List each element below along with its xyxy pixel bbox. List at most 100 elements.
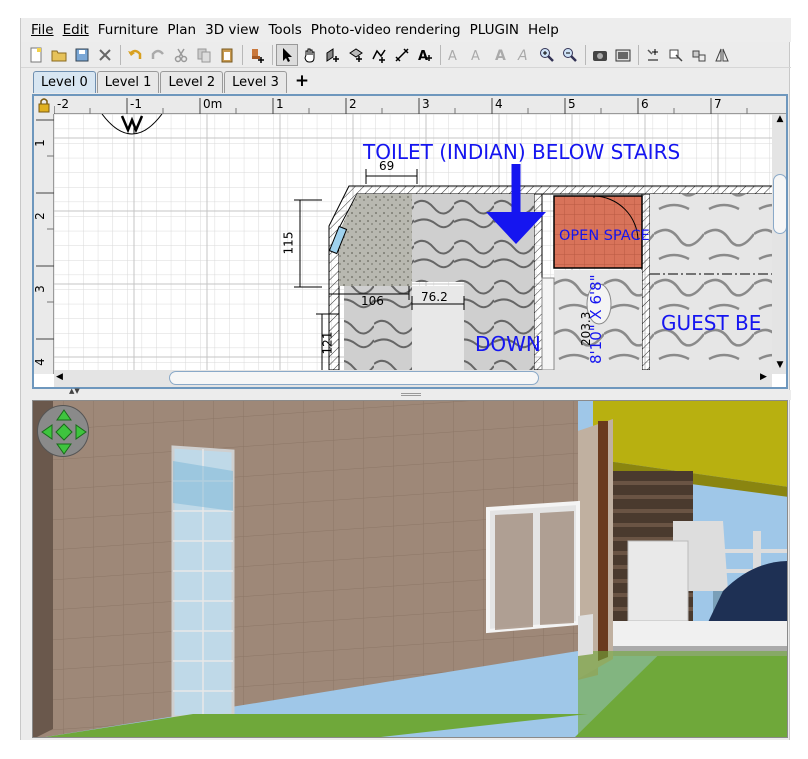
plan-label-guest-bedroom[interactable]: GUEST BE (661, 311, 761, 335)
ruler-label: 6 (641, 97, 649, 111)
menu-3d-view[interactable]: 3D view (205, 22, 259, 38)
scroll-down-icon[interactable]: ▼ (774, 360, 786, 372)
3d-view[interactable] (32, 400, 788, 738)
open-folder-icon[interactable] (48, 44, 70, 66)
svg-text:A: A (448, 49, 457, 63)
pane-splitter[interactable]: ▲▼ (21, 387, 791, 400)
horizontal-scroll-thumb[interactable] (169, 371, 539, 385)
ruler-label: 4 (495, 97, 503, 111)
svg-text:A: A (495, 48, 506, 63)
save-icon[interactable] (71, 44, 93, 66)
3d-scene (33, 401, 787, 737)
plan-horizontal-scrollbar[interactable]: ◀ ▶ (54, 370, 772, 387)
flip-icon[interactable] (711, 44, 733, 66)
ruler-label: 0m (203, 97, 223, 111)
plan-view[interactable]: -2 -1 0m 1 2 3 4 5 6 7 1 2 3 4 TOILET (I… (32, 94, 788, 389)
ruler-label: 3 (32, 285, 47, 293)
menu-bar: File Edit Furniture Plan 3D view Tools P… (21, 18, 791, 42)
text-style-icon[interactable]: A (444, 44, 466, 66)
toolbar-separator (272, 44, 273, 65)
tab-level-0[interactable]: Level 0 (33, 71, 96, 93)
ruler-label: 4 (32, 358, 47, 366)
zoom-in-icon[interactable] (536, 44, 558, 66)
vertical-ruler: 1 2 3 4 (34, 114, 54, 374)
italic-text-icon[interactable]: A (513, 44, 535, 66)
tab-level-3[interactable]: Level 3 (224, 71, 287, 93)
pan-hand-icon[interactable] (299, 44, 321, 66)
create-video-icon[interactable] (612, 44, 634, 66)
toolbar-separator (242, 44, 243, 65)
bold-text-icon[interactable]: A (490, 44, 512, 66)
navigation-arrows-icon[interactable] (37, 405, 89, 457)
menu-help[interactable]: Help (528, 22, 559, 38)
menu-furniture[interactable]: Furniture (98, 22, 159, 38)
lock-icon[interactable] (34, 96, 54, 114)
add-level-button[interactable]: + (288, 71, 312, 93)
ruler-label: 7 (714, 97, 722, 111)
dimension-label[interactable]: 121 (320, 332, 334, 355)
horizontal-ruler: -2 -1 0m 1 2 3 4 5 6 7 (54, 96, 786, 114)
create-polylines-icon[interactable] (368, 44, 390, 66)
add-text-icon[interactable]: A (414, 44, 436, 66)
tab-level-1[interactable]: Level 1 (96, 71, 160, 93)
splitter-arrows-icon[interactable]: ▲▼ (69, 387, 80, 395)
zoom-out-icon[interactable] (559, 44, 581, 66)
vertical-scroll-thumb[interactable] (773, 174, 786, 234)
svg-text:A: A (471, 49, 480, 63)
create-walls-icon[interactable] (322, 44, 344, 66)
scroll-left-icon[interactable]: ◀ (56, 372, 63, 382)
menu-plugin[interactable]: PLUGIN (470, 22, 519, 38)
create-photo-icon[interactable] (589, 44, 611, 66)
create-dimensions-icon[interactable] (391, 44, 413, 66)
plan-canvas[interactable]: TOILET (INDIAN) BELOW STAIRS OPEN SPACE … (54, 114, 772, 370)
dimension-label[interactable]: 115 (281, 232, 295, 255)
plan-label-down[interactable]: DOWN (475, 332, 541, 356)
ruler-label: 2 (32, 212, 47, 220)
plan-label-toilet[interactable]: TOILET (INDIAN) BELOW STAIRS (363, 140, 680, 164)
ruler-label: 2 (349, 97, 357, 111)
cut-icon[interactable] (170, 44, 192, 66)
main-toolbar: A A A A A (21, 42, 791, 68)
modify-icon[interactable] (688, 44, 710, 66)
ruler-corner[interactable] (34, 96, 54, 114)
select-arrow-icon[interactable] (276, 43, 298, 66)
menu-plan[interactable]: Plan (167, 22, 196, 38)
create-rooms-icon[interactable] (345, 44, 367, 66)
toolbar-separator (638, 44, 639, 65)
toolbar-separator (585, 44, 586, 65)
redo-icon[interactable] (147, 44, 169, 66)
menu-photo-video-rendering[interactable]: Photo-video rendering (311, 22, 461, 38)
ruler-label: 1 (32, 139, 47, 147)
menu-tools[interactable]: Tools (268, 22, 301, 38)
add-furniture-icon[interactable] (246, 44, 268, 66)
menu-file[interactable]: File (31, 22, 54, 38)
toolbar-separator (120, 44, 121, 65)
ruler-label: 5 (568, 97, 576, 111)
plan-label-room-size[interactable]: 8'10" X 6'8" (587, 274, 605, 364)
toolbar-separator (440, 44, 441, 65)
import-furniture-icon[interactable] (642, 44, 664, 66)
plan-label-open-space[interactable]: OPEN SPACE (559, 228, 650, 244)
new-file-icon[interactable] (25, 44, 47, 66)
menu-edit[interactable]: Edit (63, 22, 89, 38)
import-texture-icon[interactable] (665, 44, 687, 66)
tab-level-2[interactable]: Level 2 (160, 71, 224, 93)
scroll-up-icon[interactable]: ▲ (774, 114, 786, 126)
cut-preferences-icon[interactable] (94, 44, 116, 66)
dimension-label[interactable]: 106 (361, 294, 384, 308)
undo-icon[interactable] (124, 44, 146, 66)
svg-text:A: A (517, 48, 528, 63)
dimension-label[interactable]: 76.2 (421, 290, 448, 304)
level-tabs: Level 0 Level 1 Level 2 Level 3 + (33, 71, 313, 93)
plan-vertical-scrollbar[interactable]: ▲ ▼ (772, 114, 786, 374)
ruler-label: 1 (276, 97, 284, 111)
dimension-label[interactable]: 69 (379, 159, 394, 173)
app-window: File Edit Furniture Plan 3D view Tools P… (20, 18, 791, 740)
copy-icon[interactable] (193, 44, 215, 66)
text-style-icon-2[interactable]: A (467, 44, 489, 66)
ruler-label: -2 (57, 97, 69, 111)
svg-text:A: A (418, 49, 428, 63)
paste-icon[interactable] (216, 44, 238, 66)
scroll-right-icon[interactable]: ▶ (760, 372, 767, 382)
splitter-grip[interactable] (401, 393, 421, 396)
